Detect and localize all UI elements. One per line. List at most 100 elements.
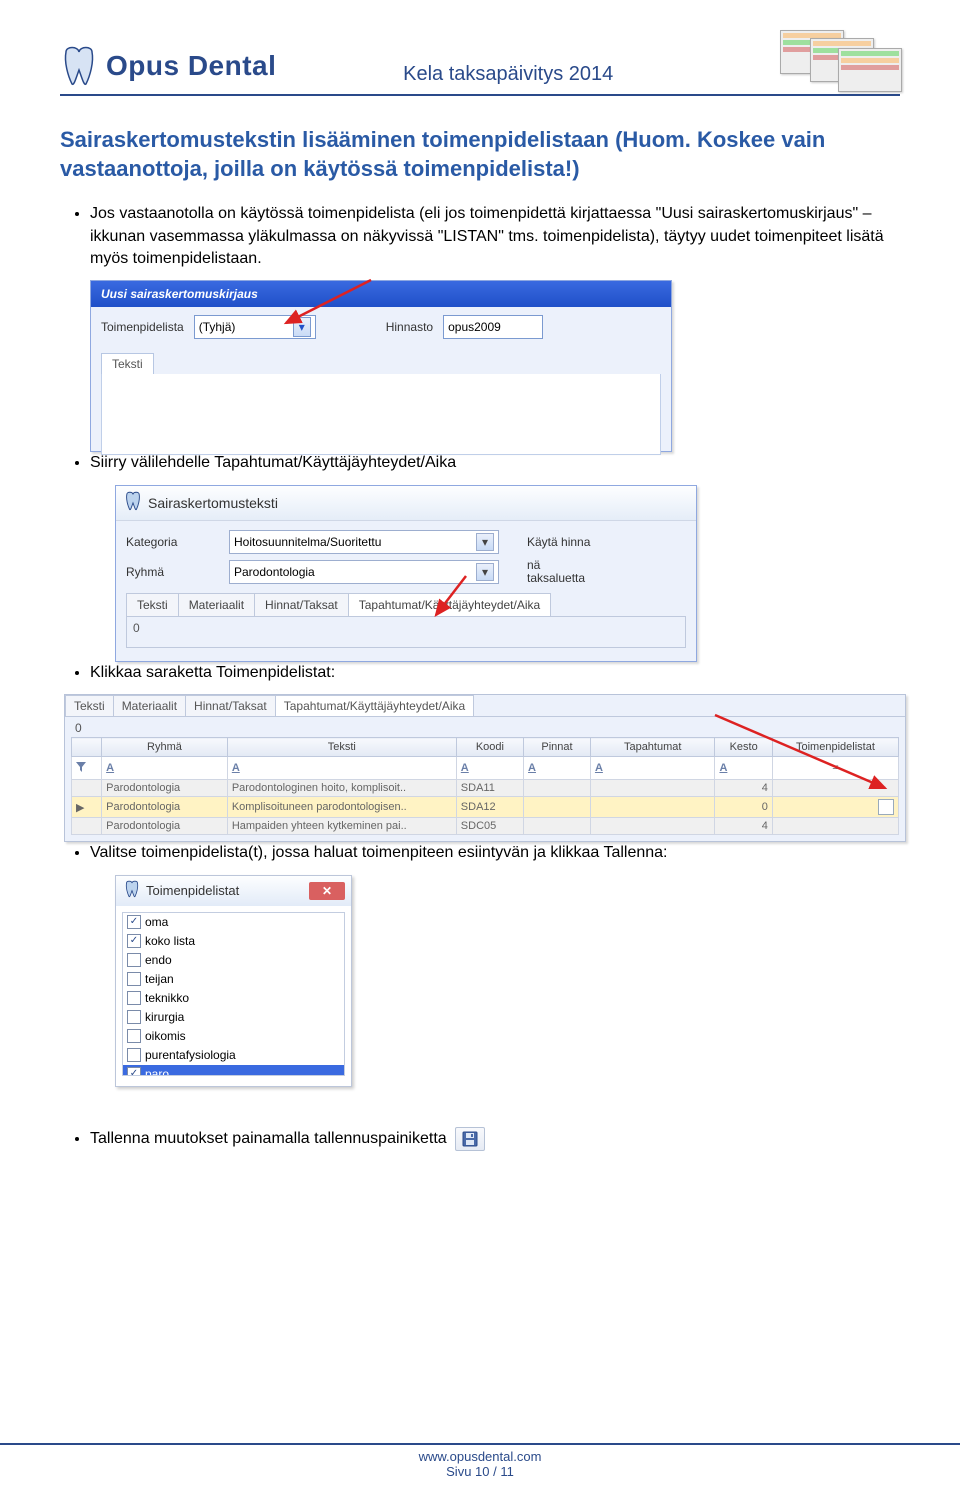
shot3-filter-cell[interactable]: A [456, 757, 523, 780]
screenshot-uusi-sairaskertomuskirjaus: Uusi sairaskertomuskirjaus Toimenpidelis… [90, 280, 672, 452]
shot3-tab[interactable]: Hinnat/Taksat [185, 695, 276, 716]
shot3-filter-cell[interactable]: A [227, 757, 456, 780]
shot2-tab[interactable]: Teksti [126, 593, 179, 616]
checkbox[interactable] [127, 953, 141, 967]
list-item-label: oma [145, 915, 168, 929]
list-item[interactable]: paro [123, 1065, 344, 1076]
shot3-col-header[interactable] [72, 738, 102, 757]
shot3-col-header[interactable]: Tapahtumat [590, 738, 715, 757]
shot3-filter-cell[interactable]: A [524, 757, 591, 780]
shot2-right2b: taksaluetta [527, 571, 585, 585]
shot2-kategoria-value: Hoitosuunnitelma/Suoritettu [234, 535, 381, 549]
shot3-tab[interactable]: Tapahtumat/Käyttäjäyhteydet/Aika [275, 695, 474, 716]
list-item[interactable]: teijan [123, 970, 344, 989]
checkbox[interactable] [127, 1029, 141, 1043]
list-item-label: endo [145, 953, 172, 967]
bullet-4: Valitse toimenpidelista(t), jossa haluat… [90, 842, 900, 864]
shot3-filter-cell[interactable] [72, 757, 102, 780]
list-item[interactable]: kirurgia [123, 1008, 344, 1027]
shot1-toimenpidelista-dropdown[interactable]: (Tyhjä) ▾ [194, 315, 316, 339]
shot3-filter-cell[interactable]: A [715, 757, 772, 780]
shot2-ryhma-dropdown[interactable]: Parodontologia ▾ [229, 560, 499, 584]
shot4-title: Toimenpidelistat [146, 883, 239, 898]
checkbox[interactable] [127, 934, 141, 948]
screenshot-toimenpidelistat-table: TekstiMateriaalitHinnat/TaksatTapahtumat… [64, 694, 906, 842]
list-item-label: paro [145, 1067, 169, 1076]
shot1-tab-teksti[interactable]: Teksti [101, 353, 154, 374]
shot3-filter-cell[interactable]: A [102, 757, 228, 780]
checkbox[interactable] [127, 1010, 141, 1024]
table-row[interactable]: ParodontologiaParodontologinen hoito, ko… [72, 780, 899, 797]
close-icon[interactable]: ✕ [309, 882, 345, 900]
chevron-down-icon[interactable]: ▾ [476, 563, 494, 581]
shot2-ryhma-value: Parodontologia [234, 565, 315, 579]
shot2-tab[interactable]: Hinnat/Taksat [254, 593, 349, 616]
shot2-tab[interactable]: Materiaalit [178, 593, 255, 616]
shot3-col-header[interactable]: Kesto [715, 738, 772, 757]
shot2-right1: Käytä hinna [527, 535, 590, 549]
shot1-hinnasto-value: opus2009 [448, 320, 538, 334]
shot3-tabs: TekstiMateriaalitHinnat/TaksatTapahtumat… [65, 695, 905, 717]
doc-heading: Sairaskertomustekstin lisääminen toimenp… [60, 126, 900, 183]
bullet-5-text: Tallenna muutokset painamalla tallennusp… [90, 1130, 447, 1147]
footer-url: www.opusdental.com [0, 1449, 960, 1464]
shot3-filter-cell[interactable]: = [772, 757, 898, 780]
footer-page: Sivu 10 / 11 [0, 1464, 960, 1479]
checkbox[interactable] [127, 991, 141, 1005]
tooth-small-icon [124, 491, 142, 514]
list-item-label: teijan [145, 972, 174, 986]
page-header: Opus Dental Kela taksapäivitys 2014 [60, 30, 900, 96]
tooth-small-icon [124, 880, 140, 901]
shot3-filter-cell[interactable]: A [590, 757, 715, 780]
list-item[interactable]: purentafysiologia [123, 1046, 344, 1065]
shot2-below-value: 0 [126, 617, 686, 648]
shot3-tab[interactable]: Teksti [65, 695, 114, 716]
list-item-label: teknikko [145, 991, 189, 1005]
page-footer: www.opusdental.com Sivu 10 / 11 [0, 1443, 960, 1479]
shot2-tab[interactable]: Tapahtumat/Käyttäjäyhteydet/Aika [348, 593, 551, 616]
screenshot-toimenpidelistat-dialog: Toimenpidelistat ✕ oma koko lista endo teij… [115, 875, 352, 1087]
bullet-1: Jos vastaanotolla on käytössä toimenpide… [90, 203, 900, 270]
checkbox[interactable] [127, 972, 141, 986]
list-item-label: oikomis [145, 1029, 186, 1043]
shot1-textarea[interactable] [101, 374, 661, 455]
list-item[interactable]: oma [123, 913, 344, 932]
bullet-5: Tallenna muutokset painamalla tallennusp… [90, 1127, 900, 1151]
list-item[interactable]: teknikko [123, 989, 344, 1008]
bullet-3: Klikkaa saraketta Toimenpidelistat: [90, 662, 900, 684]
doc-content: Sairaskertomustekstin lisääminen toimenp… [60, 96, 900, 1151]
header-thumbnails [780, 30, 900, 86]
list-item[interactable]: endo [123, 951, 344, 970]
table-row[interactable]: ParodontologiaHampaiden yhteen kytkemine… [72, 818, 899, 835]
list-item[interactable]: oikomis [123, 1027, 344, 1046]
shot4-listbox[interactable]: oma koko lista endo teijan teknikko kirurgia o… [122, 912, 345, 1076]
shot1-hinnasto-dropdown[interactable]: opus2009 [443, 315, 543, 339]
shot3-under-value: 0 [71, 719, 899, 737]
checkbox[interactable] [127, 1067, 141, 1076]
bullet-2: Siirry välilehdelle Tapahtumat/Käyttäjäy… [90, 452, 900, 474]
chevron-down-icon[interactable]: ▾ [476, 533, 494, 551]
checkbox[interactable] [127, 915, 141, 929]
shot2-kategoria-label: Kategoria [126, 535, 221, 549]
shot3-tab[interactable]: Materiaalit [113, 695, 186, 716]
shot2-ryhma-label: Ryhmä [126, 565, 221, 579]
list-item[interactable]: koko lista [123, 932, 344, 951]
shot3-col-header[interactable]: Toimenpidelistat [772, 738, 898, 757]
checkbox[interactable] [127, 1048, 141, 1062]
screenshot-sairaskertomusteksti: Sairaskertomusteksti Kategoria Hoitosuun… [115, 485, 697, 662]
shot2-right2a: nä [527, 558, 540, 572]
shot3-col-header[interactable]: Pinnat [524, 738, 591, 757]
shot1-titlebar: Uusi sairaskertomuskirjaus [91, 281, 671, 307]
chevron-down-icon[interactable]: ▾ [293, 317, 311, 337]
shot1-toimenpidelista-label: Toimenpidelista [101, 320, 184, 334]
table-row[interactable]: ▶ParodontologiaKomplisoituneen parodonto… [72, 797, 899, 818]
list-item-label: kirurgia [145, 1010, 184, 1024]
shot3-col-header[interactable]: Teksti [227, 738, 456, 757]
shot3-col-header[interactable]: Koodi [456, 738, 523, 757]
shot1-hinnasto-label: Hinnasto [386, 320, 433, 334]
list-item-label: koko lista [145, 934, 195, 948]
shot3-col-header[interactable]: Ryhmä [102, 738, 228, 757]
shot1-toimenpidelista-value: (Tyhjä) [199, 320, 289, 334]
save-icon[interactable] [455, 1127, 485, 1151]
shot2-kategoria-dropdown[interactable]: Hoitosuunnitelma/Suoritettu ▾ [229, 530, 499, 554]
